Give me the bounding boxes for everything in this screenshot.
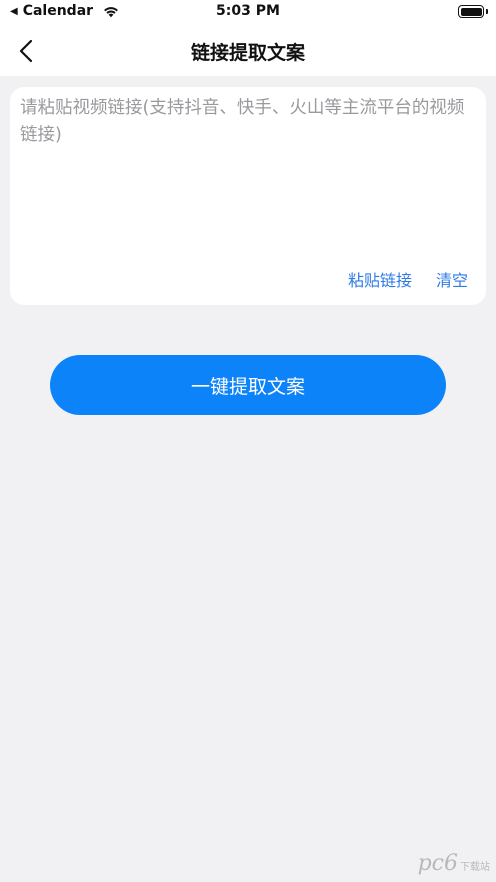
status-time: 5:03 PM: [216, 3, 280, 19]
watermark-subtext: 下载站: [460, 862, 490, 873]
watermark: pc6 下载站: [418, 851, 490, 876]
watermark-logo: pc6: [417, 851, 458, 876]
app-screen: ◀ Calendar 5:03 PM 链接提取文案 粘贴链接 清空 一键提取: [0, 0, 496, 882]
extract-copy-button[interactable]: 一键提取文案: [50, 355, 446, 415]
input-actions: 粘贴链接 清空: [348, 267, 468, 291]
page-title: 链接提取文案: [190, 42, 305, 64]
video-link-input[interactable]: [20, 95, 476, 255]
status-bar: ◀ Calendar 5:03 PM: [0, 0, 496, 26]
battery-icon: [458, 5, 484, 18]
clear-button[interactable]: 清空: [436, 267, 468, 291]
battery-cap: [486, 9, 488, 14]
battery-level: [460, 7, 482, 16]
paste-link-button[interactable]: 粘贴链接: [348, 267, 412, 291]
link-input-card: 粘贴链接 清空: [10, 87, 486, 305]
navigation-bar: 链接提取文案: [0, 26, 496, 76]
